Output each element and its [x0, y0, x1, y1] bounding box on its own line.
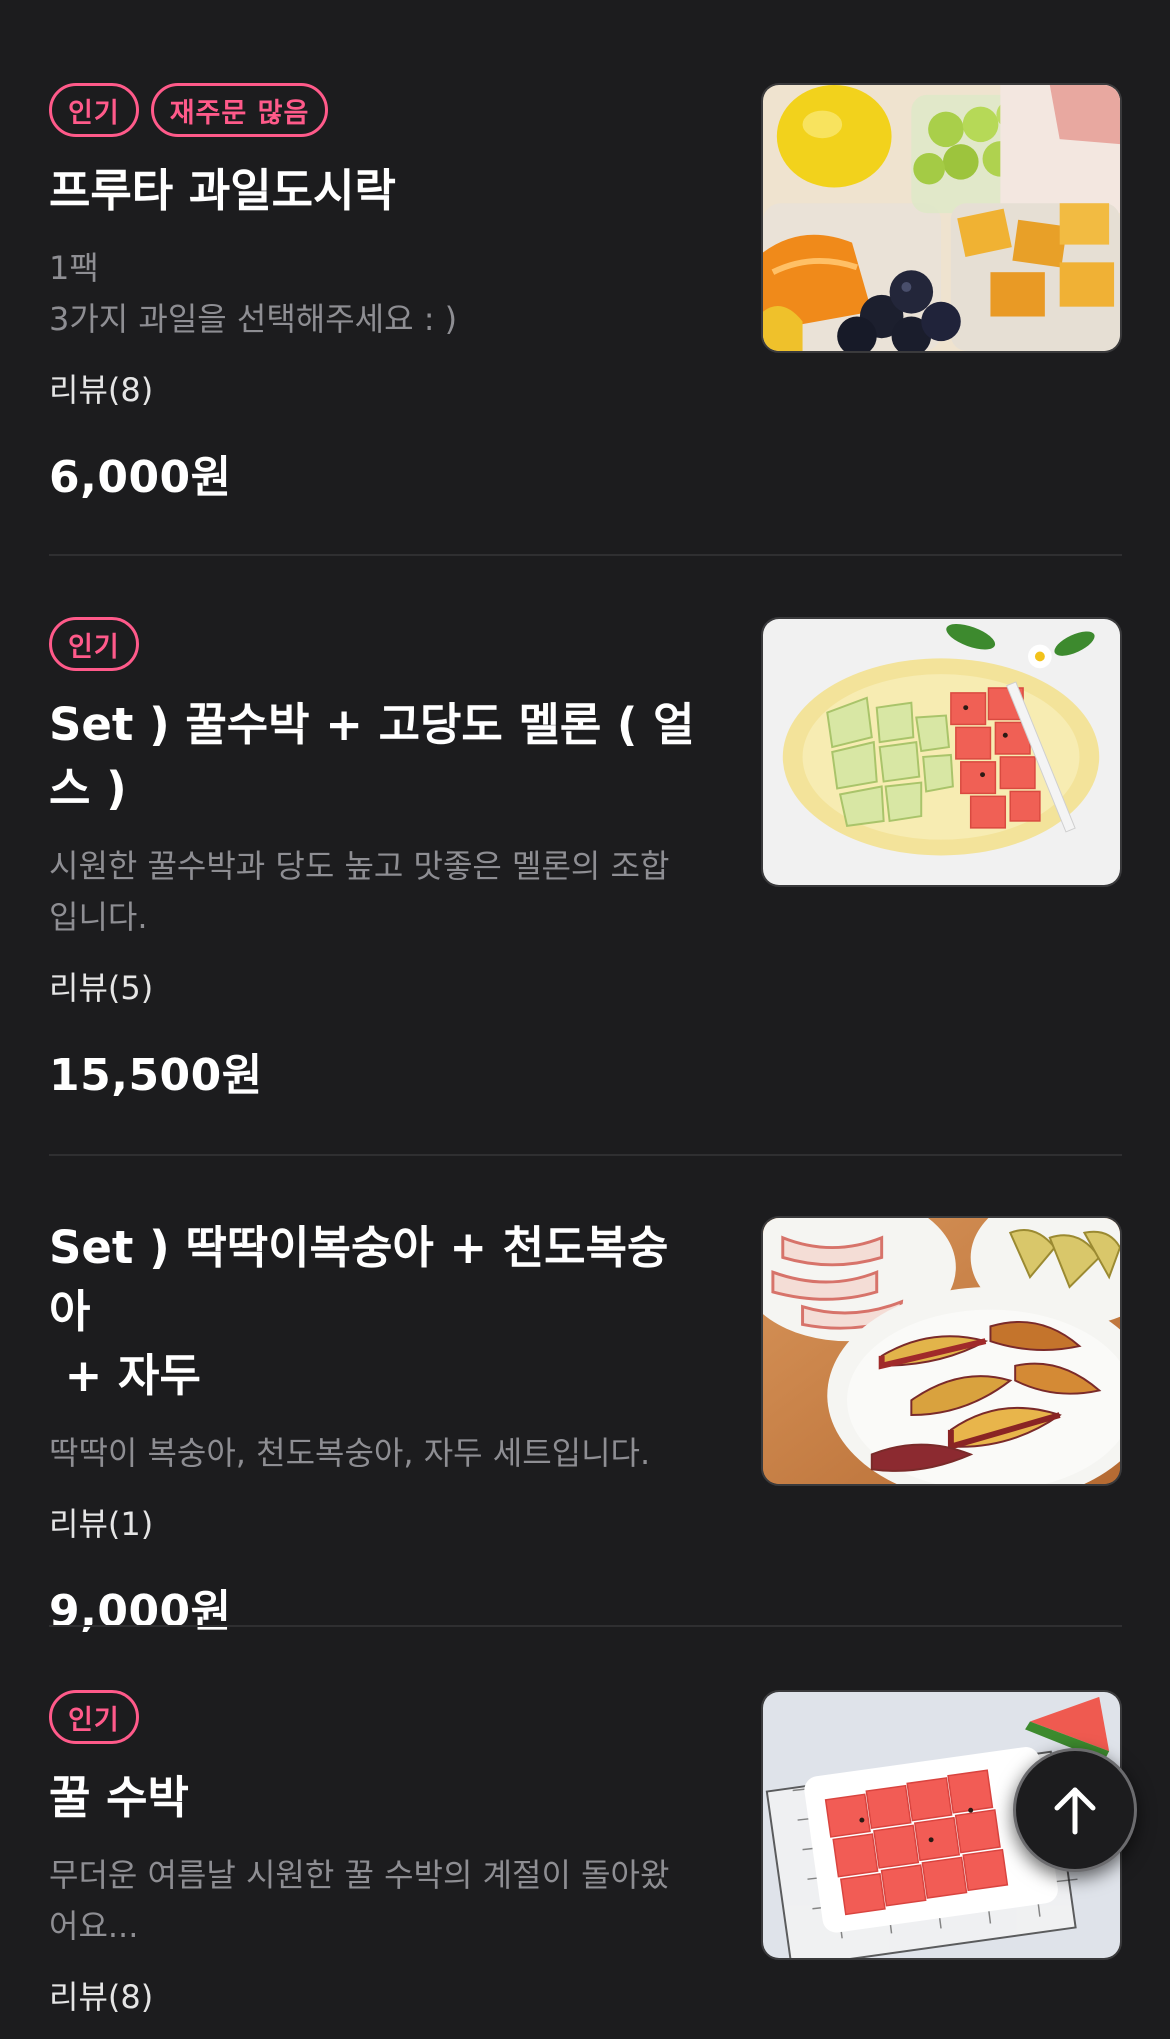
reorder-badge: 재주문 많음 [150, 83, 329, 137]
desc-line: 시원한 꿀수박과 당도 높고 맛좋은 멜론의 조합 [49, 847, 670, 885]
review-count[interactable]: 리뷰(1) [49, 1501, 709, 1547]
menu-list-page: 인기 재주문 많음 프루타 과일도시락 1팩 3가지 과일을 선택해주세요 : … [0, 0, 1170, 2039]
scroll-to-top-button[interactable] [1013, 1748, 1137, 1872]
desc-line: 어요... [49, 1907, 139, 1945]
menu-item-watermelon-melon-set[interactable]: 인기 Set ) 꿀수박 + 고당도 멜론 ( 얼 스 ) 시원한 꿀수박과 당… [49, 617, 1122, 1107]
title-line: Set ) 딱딱이복숭아 + 천도복숭아 [49, 1221, 669, 1338]
arrow-up-icon [1054, 1787, 1096, 1835]
price: 9,000원 [49, 1586, 232, 1637]
title-line: 프루타 과일도시락 [49, 164, 396, 217]
fruit-lunchbox-photo[interactable] [761, 83, 1122, 353]
desc-line: 딱딱이 복숭아, 천도복숭아, 자두 세트입니다. [49, 1434, 651, 1472]
title-line: 스 ) [49, 762, 127, 815]
menu-item-title: Set ) 꿀수박 + 고당도 멜론 ( 얼 스 ) [49, 693, 709, 821]
menu-item-description: 시원한 꿀수박과 당도 높고 맛좋은 멜론의 조합 입니다. [49, 841, 709, 943]
menu-item-description: 무더운 여름날 시원한 꿀 수박의 계절이 돌아왔 어요... [49, 1850, 709, 1952]
desc-line: 무더운 여름날 시원한 꿀 수박의 계절이 돌아왔 [49, 1856, 670, 1894]
desc-line: 3가지 과일을 선택해주세요 : ) [49, 300, 458, 338]
price: 15,500원 [49, 1050, 263, 1101]
menu-item-description: 딱딱이 복숭아, 천도복숭아, 자두 세트입니다. [49, 1428, 709, 1479]
desc-line: 입니다. [49, 898, 148, 936]
menu-item-info: Set ) 딱딱이복숭아 + 천도복숭아 + 자두 딱딱이 복숭아, 천도복숭아… [49, 1216, 709, 1639]
popular-badge: 인기 [49, 617, 139, 671]
menu-item-info: 인기 재주문 많음 프루타 과일도시락 1팩 3가지 과일을 선택해주세요 : … [49, 83, 709, 505]
badge-row: 인기 [49, 617, 709, 671]
price: 6,000원 [49, 452, 232, 503]
divider [49, 1154, 1122, 1156]
title-line: + 자두 [49, 1349, 201, 1402]
review-count[interactable]: 리뷰(8) [49, 367, 709, 413]
title-line: Set ) 꿀수박 + 고당도 멜론 ( 얼 [49, 698, 695, 751]
menu-item-fruit-lunchbox[interactable]: 인기 재주문 많음 프루타 과일도시락 1팩 3가지 과일을 선택해주세요 : … [49, 83, 1122, 503]
menu-item-description: 1팩 3가지 과일을 선택해주세요 : ) [49, 243, 709, 345]
menu-item-info: 인기 Set ) 꿀수박 + 고당도 멜론 ( 얼 스 ) 시원한 꿀수박과 당… [49, 617, 709, 1103]
popular-badge: 인기 [49, 1690, 139, 1744]
menu-item-info: 인기 꿀 수박 무더운 여름날 시원한 꿀 수박의 계절이 돌아왔 어요... … [49, 1690, 709, 2020]
badge-row: 인기 재주문 많음 [49, 83, 709, 137]
popular-badge: 인기 [49, 83, 139, 137]
peach-plum-plates-photo[interactable] [761, 1216, 1122, 1486]
menu-item-title: 꿀 수박 [49, 1766, 709, 1830]
divider [49, 1625, 1122, 1627]
badge-row: 인기 [49, 1690, 709, 1744]
watermelon-melon-plate-photo[interactable] [761, 617, 1122, 887]
menu-item-title: Set ) 딱딱이복숭아 + 천도복숭아 + 자두 [49, 1216, 709, 1408]
menu-item-peach-plum-set[interactable]: Set ) 딱딱이복숭아 + 천도복숭아 + 자두 딱딱이 복숭아, 천도복숭아… [49, 1216, 1122, 1637]
desc-line: 1팩 [49, 249, 99, 287]
divider [49, 554, 1122, 556]
title-line: 꿀 수박 [49, 1771, 189, 1824]
menu-item-title: 프루타 과일도시락 [49, 159, 709, 223]
menu-item-honey-watermelon[interactable]: 인기 꿀 수박 무더운 여름날 시원한 꿀 수박의 계절이 돌아왔 어요... … [49, 1690, 1122, 2039]
review-count[interactable]: 리뷰(8) [49, 1974, 709, 2020]
review-count[interactable]: 리뷰(5) [49, 965, 709, 1011]
